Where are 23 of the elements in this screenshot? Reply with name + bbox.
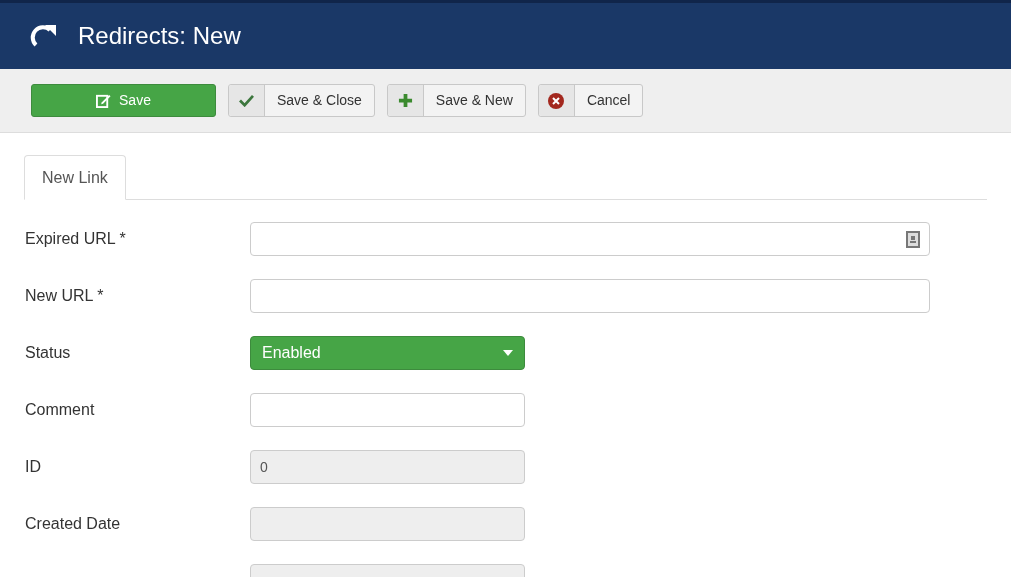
toolbar-button[interactable]: Save & New xyxy=(386,84,526,117)
contact-card-icon xyxy=(906,230,920,248)
cancel-icon xyxy=(548,92,565,109)
readonly-field[interactable]: 0 xyxy=(250,450,525,484)
caret-icon xyxy=(503,350,513,356)
tab[interactable]: New Link xyxy=(24,155,126,200)
field-label: Comment xyxy=(25,401,95,418)
input-field[interactable] xyxy=(250,222,930,256)
redo-icon xyxy=(30,23,58,49)
field-label: Status xyxy=(25,344,71,361)
input-field[interactable] xyxy=(250,279,930,313)
toolbar-button[interactable]: Cancel xyxy=(537,84,644,117)
page-title: Redirects: New xyxy=(78,21,241,51)
field-label: ID xyxy=(25,458,41,475)
plus-icon xyxy=(397,93,413,108)
field-label: New URL * xyxy=(25,287,104,304)
input-field[interactable] xyxy=(250,393,525,427)
check-icon xyxy=(239,94,254,107)
field-label: Created Date xyxy=(25,515,121,532)
readonly-field[interactable] xyxy=(250,507,525,541)
toolbar-button[interactable]: Save & Close xyxy=(228,84,375,117)
field-label: Expired URL * xyxy=(25,230,126,247)
edit-icon xyxy=(96,93,112,108)
